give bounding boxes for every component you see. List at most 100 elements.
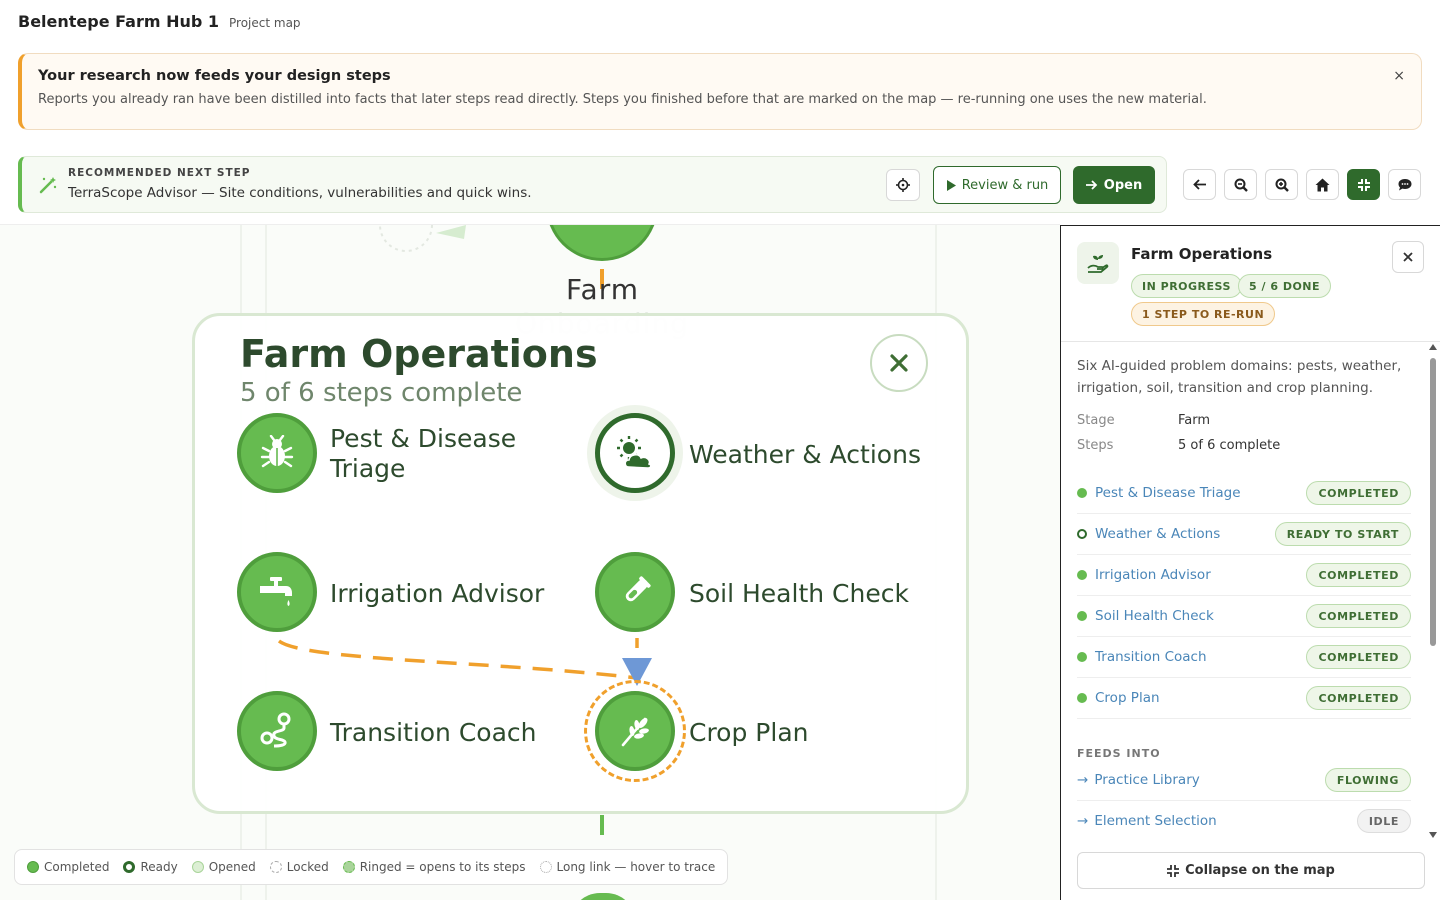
crosshair-icon: [896, 178, 910, 192]
step-node-pest-disease[interactable]: [237, 413, 317, 493]
feed-row[interactable]: → Element Selection IDLE: [1077, 801, 1411, 839]
chat-icon: [1398, 179, 1411, 191]
step-node-crop-plan[interactable]: [595, 691, 675, 771]
zoom-out-icon: [1234, 178, 1248, 192]
collapse-icon: [1357, 178, 1370, 191]
step-link[interactable]: Crop Plan: [1095, 690, 1160, 706]
step-label-soil-health-check[interactable]: Soil Health Check: [689, 579, 909, 609]
scroll-down-icon[interactable]: [1429, 832, 1437, 838]
step-status-badge: COMPLETED: [1306, 645, 1411, 669]
step-label-weather-actions[interactable]: Weather & Actions: [689, 440, 921, 470]
step-row[interactable]: Weather & Actions READY TO START: [1077, 514, 1411, 555]
back-button[interactable]: [1183, 169, 1216, 200]
step-label-transition-coach[interactable]: Transition Coach: [330, 718, 537, 748]
meta-steps: Steps 5 of 6 complete: [1077, 438, 1411, 453]
feed-link[interactable]: Element Selection: [1094, 813, 1216, 829]
step-status-badge: COMPLETED: [1306, 563, 1411, 587]
chat-button[interactable]: [1388, 169, 1421, 200]
step-label-irrigation-advisor[interactable]: Irrigation Advisor: [330, 579, 544, 609]
legend-label: Long link — hover to trace: [556, 860, 716, 874]
project-map-canvas[interactable]: Farm Onboarding Farm Operations 5 of 6 s…: [0, 224, 1060, 900]
step-node-soil-health-check[interactable]: [595, 552, 675, 632]
recommended-text: TerraScope Advisor — Site conditions, vu…: [68, 185, 532, 201]
status-badge: IN PROGRESS: [1131, 274, 1242, 298]
feed-row[interactable]: → Practice Library FLOWING: [1077, 760, 1411, 801]
opened-dot-icon: [191, 861, 204, 873]
arrow-right-icon: →: [1077, 813, 1089, 829]
zoom-in-button[interactable]: [1265, 169, 1298, 200]
step-status-badge: COMPLETED: [1306, 686, 1411, 710]
collapse-on-map-button[interactable]: Collapse on the map: [1077, 852, 1425, 889]
farm-operations-card: Farm Operations 5 of 6 steps complete Pe…: [192, 313, 969, 814]
scroll-up-icon[interactable]: [1429, 344, 1437, 350]
legend-label: Opened: [208, 860, 256, 874]
review-and-run-button[interactable]: Review & run: [933, 166, 1061, 204]
next-stage-node[interactable]: [570, 893, 636, 900]
long-link-dot-icon: [539, 861, 552, 873]
notice-close-button[interactable]: ×: [1393, 68, 1405, 84]
zoom-in-icon: [1275, 178, 1289, 192]
step-row[interactable]: Pest & Disease Triage COMPLETED: [1077, 473, 1411, 514]
ready-dot-icon: [123, 861, 136, 873]
zoom-out-button[interactable]: [1224, 169, 1257, 200]
collapse-icon: [1167, 864, 1180, 877]
panel-title: Farm Operations: [1131, 245, 1273, 263]
meta-value: Farm: [1178, 413, 1211, 428]
completed-dot-icon: [1077, 693, 1087, 703]
ready-dot-icon: [1077, 529, 1087, 539]
research-notice-banner: Your research now feeds your design step…: [18, 53, 1422, 130]
magic-wand-icon: [39, 177, 57, 194]
feed-link[interactable]: Practice Library: [1094, 772, 1199, 788]
step-node-transition-coach[interactable]: [237, 691, 317, 771]
panel-scrollbar[interactable]: [1428, 344, 1438, 838]
completed-dot-icon: [1077, 488, 1087, 498]
step-row[interactable]: Soil Health Check COMPLETED: [1077, 596, 1411, 637]
review-label: Review & run: [961, 177, 1049, 193]
step-label-pest-disease[interactable]: Pest & Disease Triage: [330, 424, 516, 484]
feeds-into-label: FEEDS INTO: [1077, 747, 1161, 760]
test-tube-icon: [625, 576, 651, 602]
step-link[interactable]: Transition Coach: [1095, 649, 1207, 665]
step-link[interactable]: Weather & Actions: [1095, 526, 1220, 542]
scroll-thumb[interactable]: [1430, 358, 1436, 646]
back-icon: [1193, 179, 1206, 190]
panel-close-button[interactable]: [1392, 241, 1424, 273]
step-node-weather-actions[interactable]: [595, 413, 675, 493]
panel-description: Six AI-guided problem domains: pests, we…: [1077, 358, 1402, 396]
step-row[interactable]: Crop Plan COMPLETED: [1077, 678, 1411, 719]
legend-ringed: Ringed = opens to its steps: [342, 860, 526, 874]
open-button[interactable]: Open: [1073, 166, 1155, 204]
route-icon: [260, 712, 291, 748]
step-link[interactable]: Irrigation Advisor: [1095, 567, 1211, 583]
collapse-view-button[interactable]: [1347, 169, 1380, 200]
legend-label: Locked: [286, 860, 329, 874]
step-label-line: Triage: [330, 454, 406, 483]
step-label-crop-plan[interactable]: Crop Plan: [689, 718, 808, 748]
map-legend: Completed Ready Opened Locked Ringed = o…: [14, 849, 729, 885]
farm-stage-node[interactable]: [546, 225, 658, 261]
rerun-badge: 1 STEP TO RE-RUN: [1131, 302, 1276, 326]
completed-dot-icon: [1077, 652, 1087, 662]
weather-icon: [617, 436, 652, 469]
meta-key: Stage: [1077, 413, 1115, 428]
legend-opened: Opened: [191, 860, 256, 874]
locate-step-button[interactable]: [886, 169, 920, 201]
legend-label: Ringed = opens to its steps: [359, 860, 526, 874]
step-status-badge: READY TO START: [1274, 522, 1411, 546]
step-link[interactable]: Pest & Disease Triage: [1095, 485, 1241, 501]
step-link[interactable]: Soil Health Check: [1095, 608, 1214, 624]
meta-key: Steps: [1077, 438, 1114, 453]
step-row[interactable]: Transition Coach COMPLETED: [1077, 637, 1411, 678]
completed-dot-icon: [1077, 570, 1087, 580]
panel-body[interactable]: Six AI-guided problem domains: pests, we…: [1061, 343, 1427, 839]
step-node-irrigation-advisor[interactable]: [237, 552, 317, 632]
progress-badge: 5 / 6 DONE: [1238, 274, 1332, 298]
step-status-badge: COMPLETED: [1306, 481, 1411, 505]
close-icon: [1403, 252, 1413, 262]
home-button[interactable]: [1306, 169, 1339, 200]
step-row[interactable]: Irrigation Advisor COMPLETED: [1077, 555, 1411, 596]
faucet-icon: [260, 577, 292, 606]
breadcrumb[interactable]: Project map: [229, 16, 301, 30]
locked-dot-icon: [269, 861, 282, 873]
recommended-next-step-bar: RECOMMENDED NEXT STEP TerraScope Advisor…: [18, 156, 1167, 213]
